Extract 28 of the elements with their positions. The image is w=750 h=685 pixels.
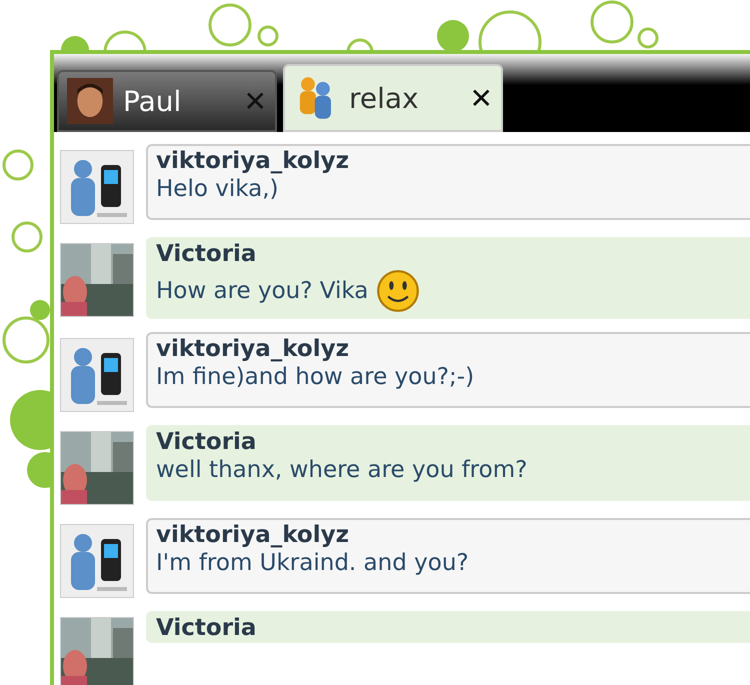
tab-label: Paul	[123, 84, 182, 118]
message-text: Helo vika,)	[156, 176, 279, 202]
message-text: How are you? Vika	[156, 278, 368, 304]
ring-decoration	[590, 0, 634, 44]
sender-name: Victoria	[156, 429, 258, 455]
tab-label: relax	[349, 82, 420, 114]
tab[interactable]: relax ✕	[283, 64, 503, 132]
message-text: I'm from Ukraind. and you?	[156, 550, 469, 576]
sender-name: Victoria	[156, 241, 258, 267]
sender-name: Victoria	[156, 615, 258, 641]
mobile-user-icon	[60, 524, 134, 598]
mobile-user-icon	[60, 338, 134, 412]
ring-decoration	[12, 222, 42, 252]
sender-name: viktoriya_kolyz	[156, 148, 350, 174]
smiley-icon	[376, 269, 420, 313]
sender-name: viktoriya_kolyz	[156, 336, 350, 362]
message-text: Im fine)and how are you?;-)	[156, 364, 474, 390]
ring-decoration	[638, 28, 658, 48]
close-icon[interactable]: ✕	[470, 82, 493, 114]
sender-name: viktoriya_kolyz	[156, 522, 350, 548]
avatar-icon	[67, 78, 113, 124]
ring-decoration	[2, 150, 34, 180]
ring-decoration	[2, 316, 50, 364]
mobile-user-icon	[60, 150, 134, 224]
ring-decoration	[258, 26, 278, 46]
tab[interactable]: Paul ✕	[57, 70, 277, 132]
message-text: well thanx, where are you from?	[156, 457, 528, 483]
ring-decoration	[208, 4, 252, 46]
